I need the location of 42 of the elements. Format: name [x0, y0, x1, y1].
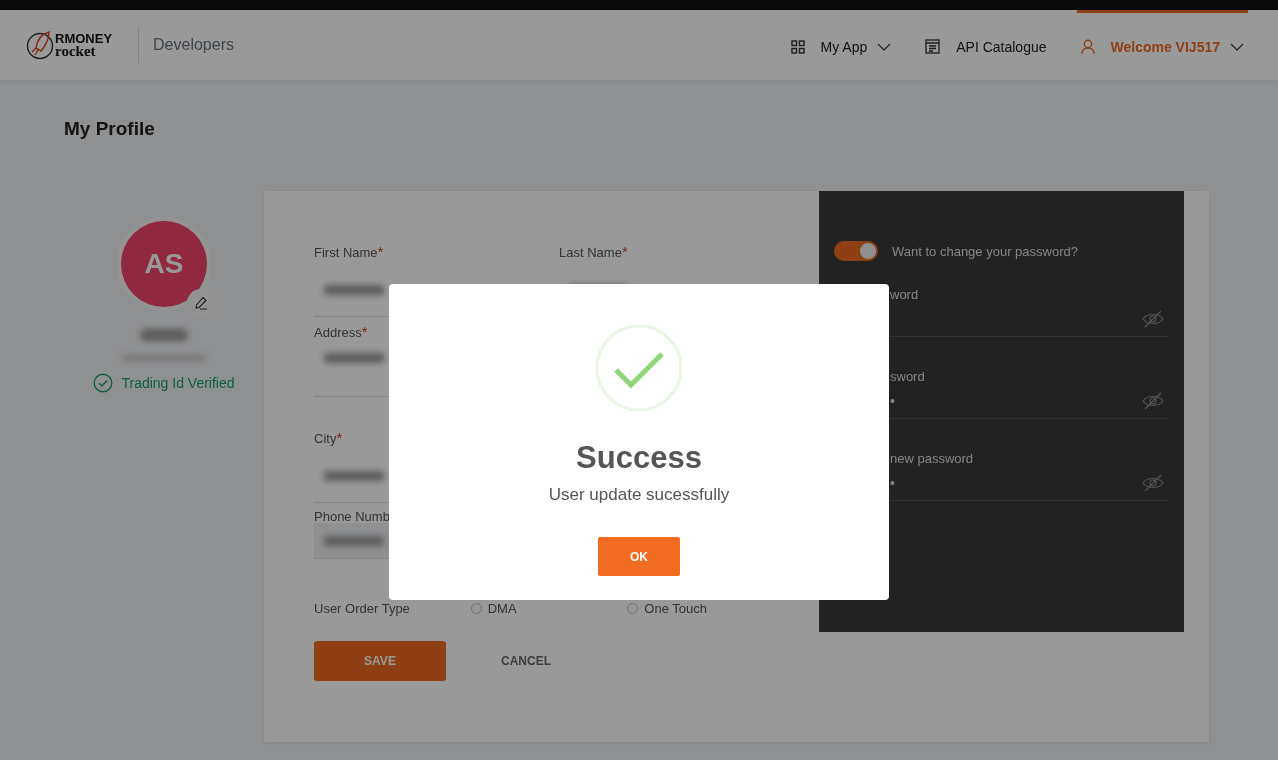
field-label: Last Name* — [559, 243, 629, 262]
field-label: First Name* — [314, 243, 385, 262]
section-title: Developers — [153, 36, 234, 54]
blurred-text — [324, 535, 384, 546]
dialog-message: User update sucessfully — [548, 485, 730, 505]
verified-label: Trading Id Verified — [121, 375, 235, 391]
blurred-text — [324, 470, 384, 481]
logo-text: rocket — [55, 45, 97, 57]
blurred-text — [324, 284, 384, 295]
pencil-icon — [194, 296, 208, 310]
nav-item[interactable]: My App — [786, 10, 896, 80]
logo[interactable]: RMONEY rocket — [26, 30, 113, 60]
cancel-button[interactable]: CANCEL — [468, 641, 584, 681]
toggle-switch[interactable] — [834, 241, 878, 261]
checkmark-icon — [594, 323, 684, 413]
blurred-text — [324, 353, 384, 363]
eye-slash-icon — [1142, 474, 1164, 492]
field-label: new password — [889, 451, 975, 466]
save-button[interactable]: SAVE — [314, 641, 446, 681]
dialog-title: Success — [576, 440, 702, 476]
page-title: My Profile — [64, 117, 156, 141]
field-label: Phone Numb — [314, 509, 391, 526]
toggle-label: Want to change your password? — [892, 243, 1078, 259]
grid-icon — [790, 39, 805, 54]
logo-text: RMONEY — [55, 33, 113, 45]
eye-slash-icon — [1142, 310, 1164, 328]
field-label: word — [889, 287, 920, 302]
field-label: User Order Type — [314, 601, 411, 616]
document-icon — [925, 39, 941, 54]
user-icon — [1080, 39, 1095, 54]
blurred-text — [141, 329, 187, 341]
avatar: AS — [121, 221, 207, 307]
field-label: sword — [889, 369, 926, 384]
rocket-icon — [26, 30, 54, 60]
nav-item[interactable]: API Catalogue — [921, 10, 1051, 80]
field-label: Address* — [314, 323, 369, 342]
ok-button[interactable]: OK — [598, 537, 680, 576]
radio-option[interactable]: One Touch — [627, 601, 784, 616]
eye-slash-icon — [1142, 392, 1164, 410]
nav-item[interactable]: Welcome VIJ517 — [1076, 10, 1248, 80]
radio-option[interactable]: DMA — [470, 601, 628, 616]
field-label: City* — [314, 429, 344, 448]
